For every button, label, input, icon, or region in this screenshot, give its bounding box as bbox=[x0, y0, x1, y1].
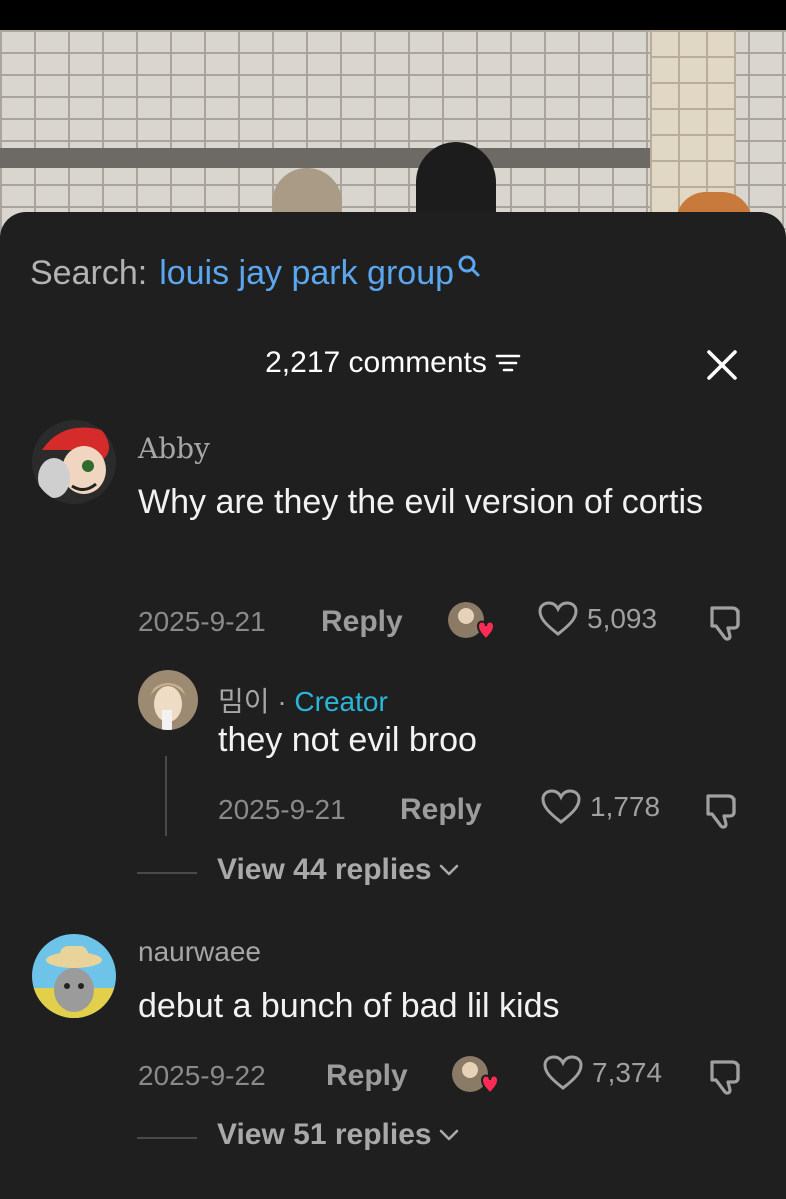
dislike-icon[interactable] bbox=[706, 1056, 746, 1096]
comment-date: 2025-9-22 bbox=[138, 1060, 266, 1091]
avatar[interactable] bbox=[32, 420, 116, 504]
creator-liked-icon bbox=[448, 602, 494, 641]
comment-date: 2025-9-21 bbox=[138, 606, 266, 637]
view-replies-button[interactable]: View 44 replies bbox=[137, 853, 460, 887]
like-count: 7,374 bbox=[592, 1057, 663, 1088]
heart-icon bbox=[541, 789, 581, 824]
creator-badge: Creator bbox=[294, 686, 388, 717]
view-replies-label: View 51 replies bbox=[217, 1118, 432, 1151]
reply-like-button[interactable]: 1,778 bbox=[540, 788, 660, 826]
dislike-icon[interactable] bbox=[706, 602, 746, 642]
reply-date: 2025-9-21 bbox=[218, 794, 346, 825]
search-query-link[interactable]: louis jay park group bbox=[159, 254, 454, 293]
view-replies-label: View 44 replies bbox=[217, 853, 432, 886]
heart-icon bbox=[543, 1055, 583, 1090]
reply-reply-button[interactable]: Reply bbox=[400, 793, 482, 827]
reply-button[interactable]: Reply bbox=[326, 1059, 408, 1093]
like-button[interactable]: 5,093 bbox=[537, 600, 657, 638]
comment-text: debut a bunch of bad lil kids bbox=[138, 987, 560, 1025]
divider-line bbox=[137, 872, 197, 874]
creator-liked-icon bbox=[452, 1056, 498, 1095]
like-button[interactable]: 7,374 bbox=[542, 1054, 662, 1092]
reply-button[interactable]: Reply bbox=[321, 605, 403, 639]
search-suggestion[interactable]: Search: louis jay park group bbox=[30, 254, 482, 293]
reply-like-count: 1,778 bbox=[590, 791, 661, 822]
separator: · bbox=[277, 686, 287, 717]
sort-filter-icon[interactable] bbox=[495, 352, 521, 374]
close-icon[interactable] bbox=[705, 348, 739, 382]
comments-sheet: Search: louis jay park group 2,217 comme… bbox=[0, 212, 786, 1199]
wall-ledge bbox=[0, 148, 650, 168]
reply-comment-text: they not evil broo bbox=[218, 721, 477, 759]
creator-avatar[interactable] bbox=[138, 670, 198, 730]
comment-text: Why are they the evil version of cortis bbox=[138, 483, 704, 521]
search-prefix: Search: bbox=[30, 254, 148, 292]
like-count: 5,093 bbox=[587, 603, 658, 634]
chevron-down-icon bbox=[439, 1129, 458, 1141]
comment-count: 2,217 comments bbox=[265, 346, 487, 379]
chevron-down-icon bbox=[439, 864, 458, 876]
video-background bbox=[0, 0, 786, 240]
comment-username[interactable]: naurwaee bbox=[138, 936, 261, 968]
comment-username[interactable]: Abby bbox=[138, 432, 210, 465]
avatar[interactable] bbox=[32, 934, 116, 1018]
divider-line bbox=[137, 1137, 197, 1139]
comments-header: 2,217 comments bbox=[0, 346, 786, 380]
view-replies-button[interactable]: View 51 replies bbox=[137, 1118, 460, 1152]
reply-username[interactable]: 밈이 bbox=[218, 686, 270, 717]
heart-icon bbox=[538, 601, 578, 636]
reply-dislike-icon[interactable] bbox=[702, 790, 742, 830]
search-icon bbox=[458, 255, 480, 276]
thread-line bbox=[165, 756, 167, 836]
